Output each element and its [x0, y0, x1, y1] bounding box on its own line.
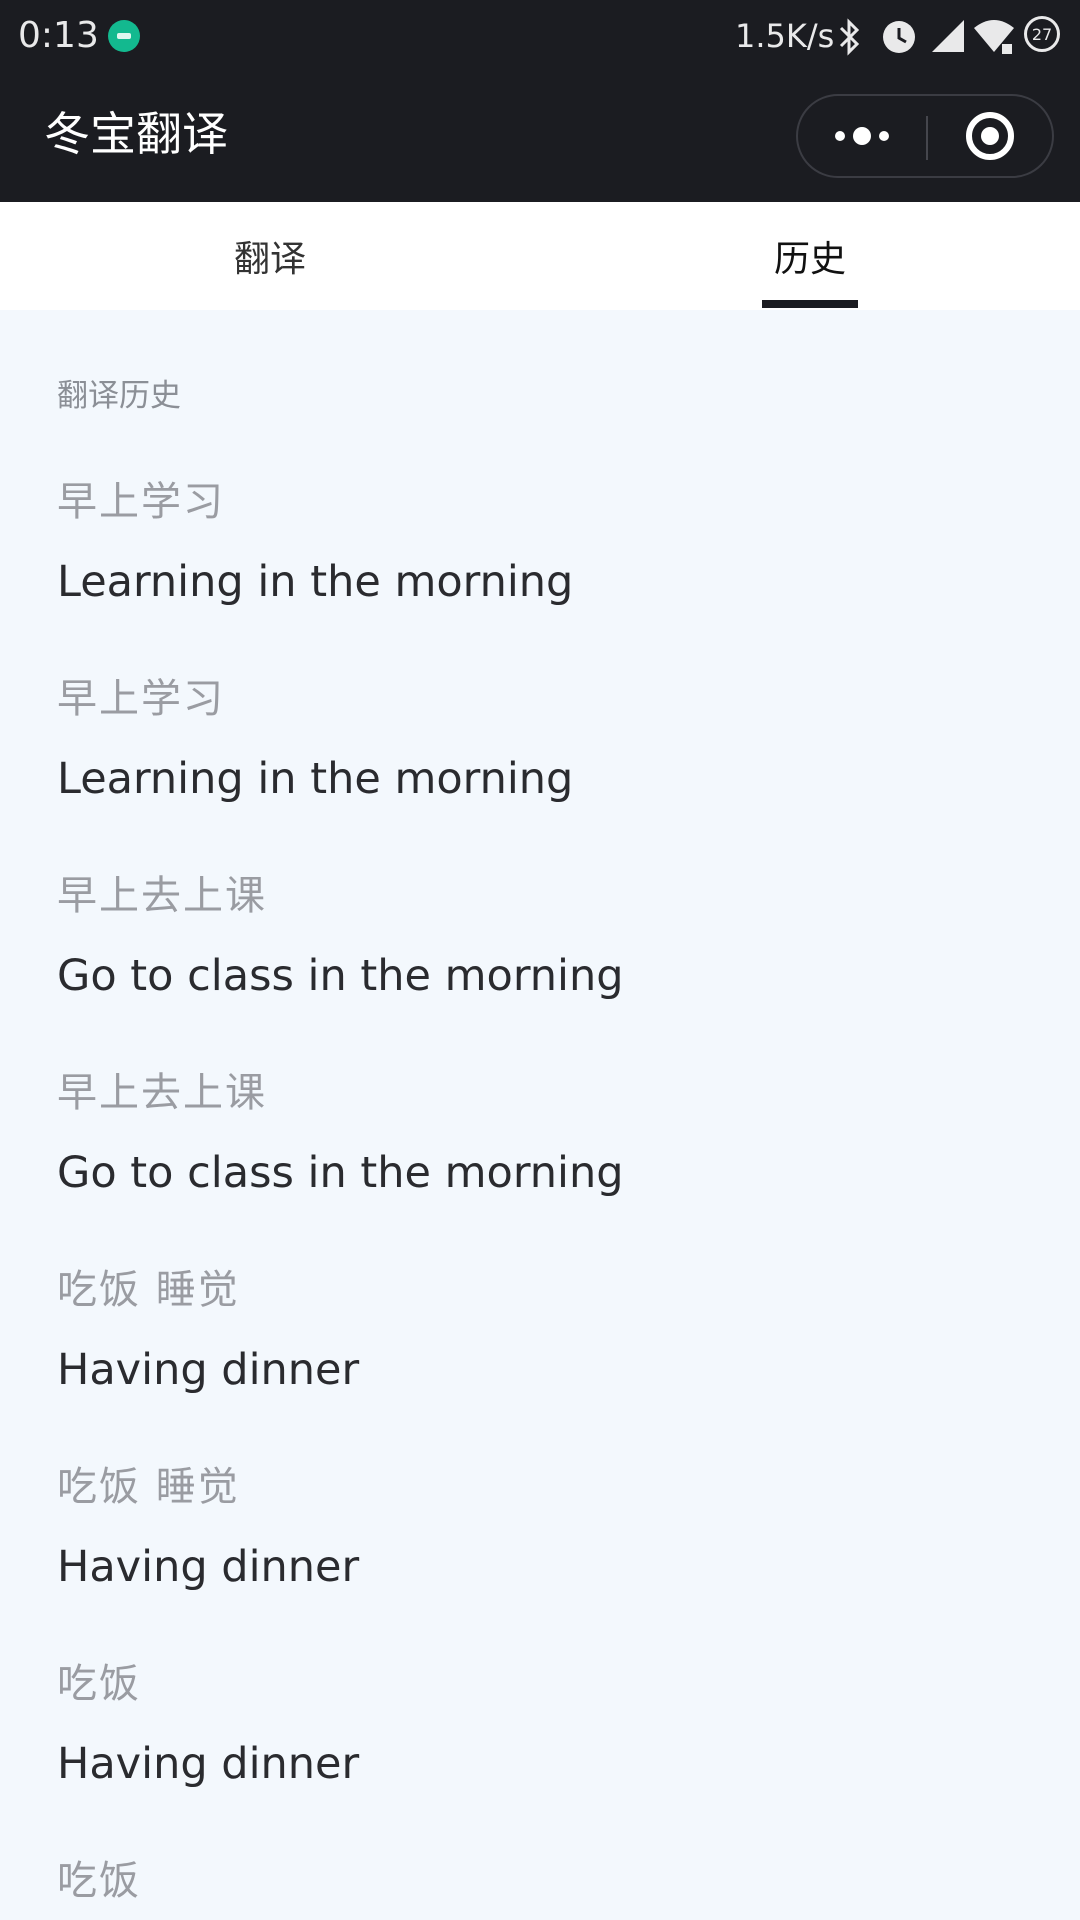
history-translation-text: Having dinner [57, 1542, 360, 1592]
status-bar: 0:13 1.5K/s 27 [0, 0, 1080, 72]
tab-history-label: 历史 [773, 239, 846, 280]
list-item[interactable]: 早上去上课 Go to class in the morning [57, 868, 1057, 1004]
status-time: 0:13 [18, 15, 99, 56]
list-item[interactable]: 早上学习 Learning in the morning [57, 671, 1057, 807]
app-bar: 冬宝翻译 [0, 72, 1080, 202]
battery-icon: 27 [1024, 16, 1060, 52]
list-item[interactable]: 早上学习 Learning in the morning [57, 474, 1057, 610]
tab-translate[interactable]: 翻译 [0, 202, 540, 310]
history-source-text: 早上去上课 [57, 1070, 267, 1116]
app-notification-icon [108, 20, 140, 52]
list-item[interactable]: 吃饭 睡觉 Having dinner [57, 1262, 1057, 1398]
history-translation-text: Having dinner [57, 1739, 360, 1789]
history-translation-text: Go to class in the morning [57, 951, 624, 1001]
history-source-text: 吃饭 睡觉 [57, 1464, 240, 1510]
list-item[interactable]: 早上去上课 Go to class in the morning [57, 1065, 1057, 1201]
history-source-text: 吃饭 睡觉 [57, 1267, 240, 1313]
bluetooth-icon [839, 18, 860, 56]
history-source-text: 早上学习 [57, 676, 225, 722]
more-button[interactable] [798, 96, 926, 176]
list-item[interactable]: 吃饭 [57, 1853, 1057, 1909]
list-item[interactable]: 吃饭 Having dinner [57, 1656, 1057, 1792]
history-source-text: 吃饭 [57, 1661, 141, 1707]
close-target-icon [966, 112, 1014, 160]
alarm-icon [883, 21, 915, 53]
active-tab-indicator [762, 300, 858, 308]
wifi-icon [974, 20, 1014, 54]
section-title: 翻译历史 [57, 378, 181, 414]
tab-bar: 翻译 历史 [0, 202, 1080, 310]
history-translation-text: Learning in the morning [57, 754, 574, 804]
tab-translate-label: 翻译 [233, 239, 306, 280]
network-speed: 1.5K/s [735, 17, 835, 55]
list-item[interactable]: 吃饭 睡觉 Having dinner [57, 1459, 1057, 1595]
tab-history[interactable]: 历史 [540, 202, 1080, 310]
history-translation-text: Learning in the morning [57, 557, 574, 607]
battery-level: 27 [1031, 24, 1053, 44]
mini-program-capsule [796, 94, 1054, 178]
history-source-text: 吃饭 [57, 1858, 141, 1904]
close-button[interactable] [928, 96, 1052, 176]
more-dots-icon [835, 127, 889, 145]
history-source-text: 早上去上课 [57, 873, 267, 919]
history-translation-text: Go to class in the morning [57, 1148, 624, 1198]
history-source-text: 早上学习 [57, 479, 225, 525]
history-translation-text: Having dinner [57, 1345, 360, 1395]
signal-icon [932, 20, 964, 52]
page-title: 冬宝翻译 [44, 107, 228, 161]
